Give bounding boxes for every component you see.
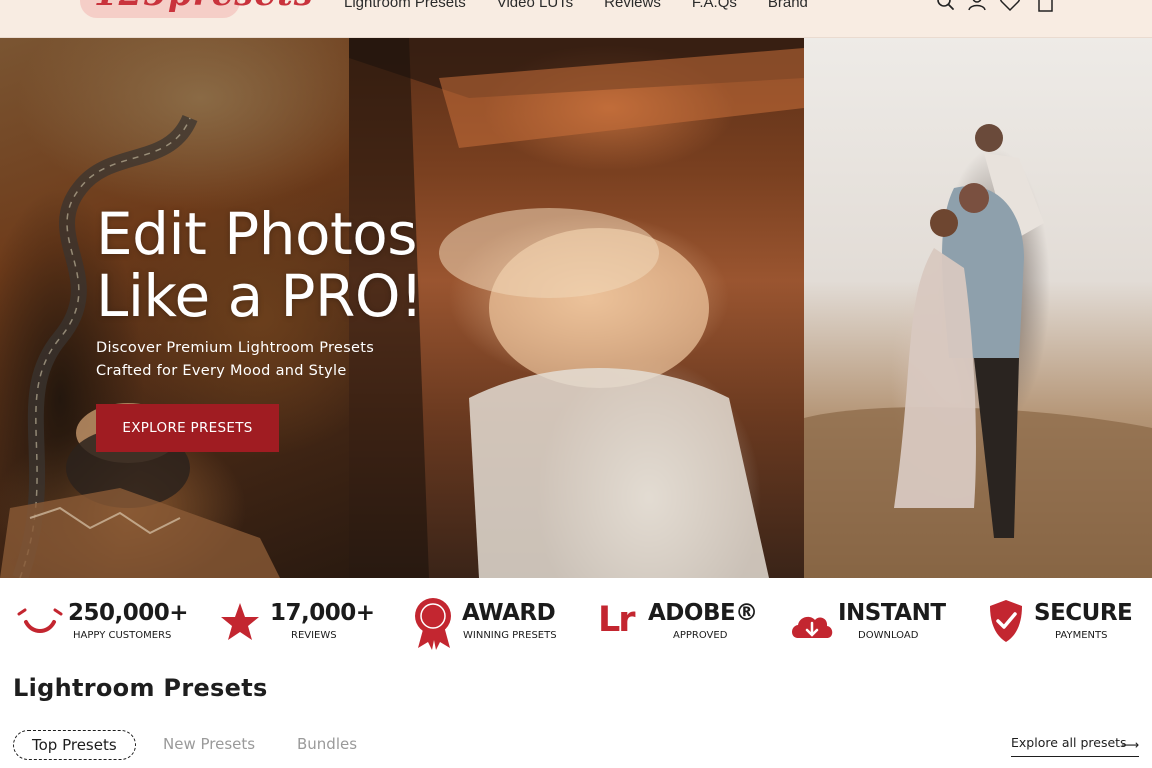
explore-all-presets-link[interactable]: Explore all presets ⟶ [1011,735,1139,757]
heart-icon[interactable] [999,0,1021,12]
badge-reviews-value: 17,000+ [270,600,375,626]
badge-happy-customers-label: HAPPY CUSTOMERS [73,630,172,641]
star-icon [218,600,266,648]
shield-check-icon [986,598,1034,646]
hero-image-family-field [804,38,1152,578]
nav-item-video-luts[interactable]: Video LUTs [497,0,573,11]
badge-award-label: WINNING PRESETS [463,630,557,641]
tab-bundles[interactable]: Bundles [297,730,357,760]
section-title-lightroom-presets: Lightroom Presets [13,674,268,702]
main-nav: Lightroom Presets Video LUTs Reviews F.A… [344,0,839,11]
site-header: 125presets Lightroom Presets Video LUTs … [0,0,1152,38]
search-icon[interactable] [935,0,957,12]
badge-happy-customers: 250,000+ HAPPY CUSTOMERS [16,596,189,652]
smile-icon [16,602,64,650]
badge-instant-download: INSTANT DOWNLOAD [790,596,946,652]
nav-item-lightroom-presets[interactable]: Lightroom Presets [344,0,466,11]
badge-instant-value: INSTANT [838,600,946,626]
badge-instant-label: DOWNLOAD [858,630,919,641]
badge-secure-label: PAYMENTS [1055,630,1108,641]
badge-secure-value: SECURE [1034,600,1133,626]
badge-reviews: 17,000+ REVIEWS [218,596,375,652]
header-actions [932,0,1062,12]
lightroom-logo-icon: Lr [598,600,636,640]
user-icon[interactable] [966,0,988,12]
badge-adobe-value: ADOBE® [648,600,758,626]
hero-subtitle-line-2: Crafted for Every Mood and Style [96,363,347,379]
logo-text: 125presets [94,0,314,14]
nav-item-reviews[interactable]: Reviews [604,0,661,11]
badge-adobe-approved: Lr ADOBE® APPROVED [598,596,758,652]
hero-title: Edit Photos Like a PRO! [96,203,423,327]
hero-subtitle-line-1: Discover Premium Lightroom Presets [96,340,375,356]
site-logo[interactable]: 125presets [80,0,313,18]
badge-award-value: AWARD [462,600,556,626]
trust-badges-bar: 250,000+ HAPPY CUSTOMERS 17,000+ REVIEWS… [0,578,1152,666]
cloud-download-icon [790,610,838,658]
badge-happy-customers-value: 250,000+ [68,600,189,626]
tab-top-presets[interactable]: Top Presets [13,730,136,760]
explore-presets-button[interactable]: EXPLORE PRESETS [96,404,279,452]
badge-adobe-label: APPROVED [673,630,728,641]
badge-reviews-label: REVIEWS [291,630,337,641]
arrow-right-icon: ⟶ [1121,737,1139,752]
badge-secure-payments: SECURE PAYMENTS [986,596,1136,652]
bag-icon[interactable] [1035,0,1057,12]
explore-all-presets-label: Explore all presets [1011,735,1127,750]
hero-title-line-1: Edit Photos [96,200,417,268]
hero-subtitle: Discover Premium Lightroom Presets Craft… [96,337,374,383]
hero-title-line-2: Like a PRO! [96,262,423,330]
nav-item-brand[interactable]: Brand [768,0,808,11]
nav-item-faqs[interactable]: F.A.Qs [692,0,737,11]
hero-banner: Edit Photos Like a PRO! Discover Premium… [0,38,1152,578]
tab-new-presets[interactable]: New Presets [163,730,255,760]
award-ribbon-icon [412,596,460,650]
badge-award: AWARD WINNING PRESETS [412,596,562,652]
